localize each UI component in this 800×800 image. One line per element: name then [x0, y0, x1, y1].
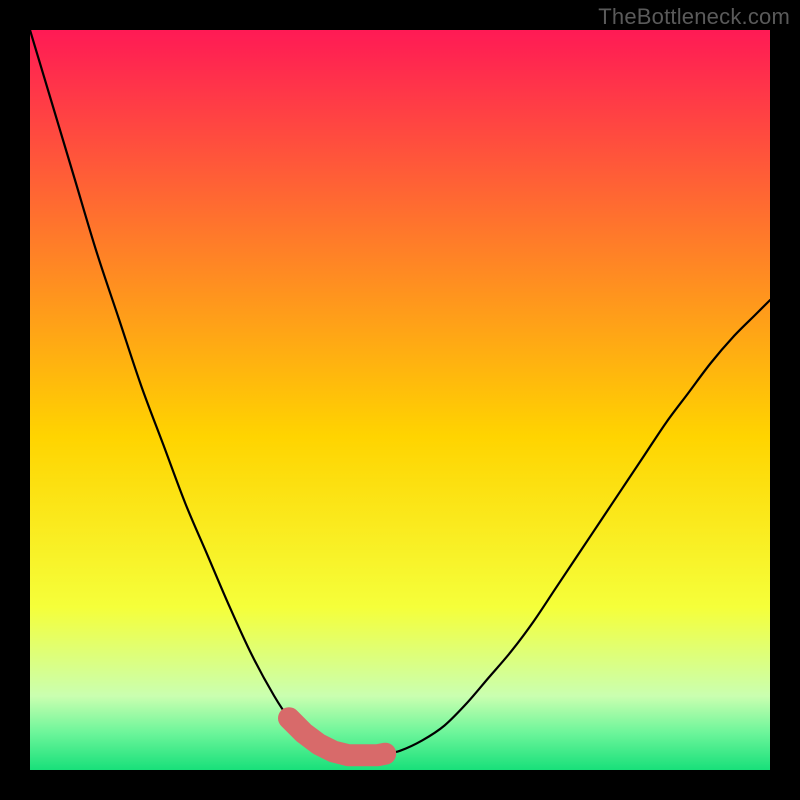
watermark-text: TheBottleneck.com: [598, 4, 790, 30]
plot-area: [30, 30, 770, 770]
gradient-background: [30, 30, 770, 770]
bottleneck-chart: [30, 30, 770, 770]
chart-frame: TheBottleneck.com: [0, 0, 800, 800]
